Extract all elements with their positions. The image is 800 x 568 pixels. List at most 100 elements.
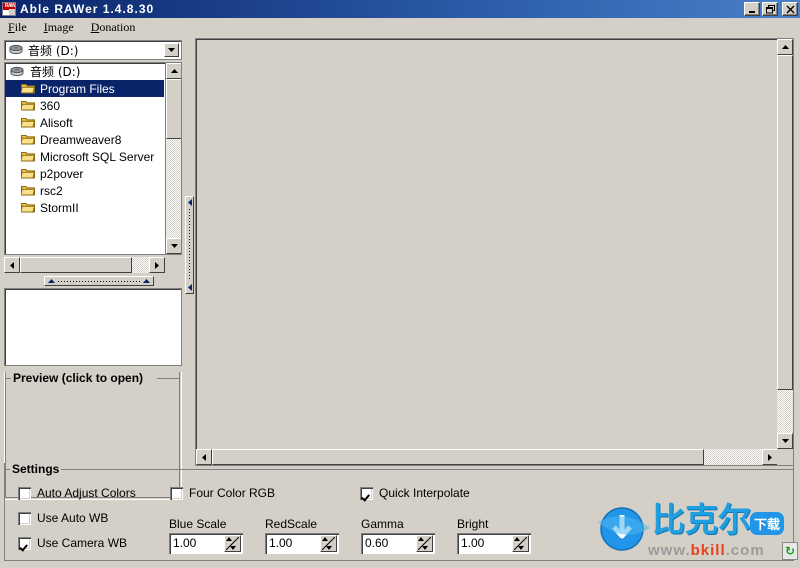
red-scale-value: 1.00 — [269, 536, 293, 550]
tree-item-dreamweaver8[interactable]: Dreamweaver8 — [5, 131, 164, 148]
tree-item-program-files[interactable]: Program Files — [5, 80, 164, 97]
checkbox-label: Use Camera WB — [37, 536, 128, 550]
tree-item-label: StormII — [40, 200, 79, 215]
tree-item-label: Program Files — [40, 81, 115, 96]
field-label: RedScale — [265, 517, 318, 531]
tree-item-label: 360 — [40, 98, 61, 113]
tree-item-rsc2[interactable]: rsc2 — [5, 182, 164, 199]
field-red-scale: RedScale 1.00 — [265, 517, 339, 554]
folder-icon — [21, 151, 35, 162]
scroll-down-icon[interactable] — [777, 433, 793, 449]
blue-scale-value: 1.00 — [173, 536, 197, 550]
scroll-left-icon[interactable] — [4, 257, 20, 273]
folder-tree-items: 音频 (D:) Program Files 360 Alisoft Dreamw… — [5, 63, 164, 254]
blue-scale-spinner[interactable]: 1.00 — [169, 533, 243, 554]
window-controls — [744, 2, 798, 16]
spinner-arrows-icon[interactable] — [320, 535, 337, 552]
bright-spinner[interactable]: 1.00 — [457, 533, 531, 554]
spinner-arrows-icon[interactable] — [512, 535, 529, 552]
gamma-value: 0.60 — [365, 536, 389, 550]
field-label: Bright — [457, 517, 489, 531]
checkbox-label: Auto Adjust Colors — [37, 486, 136, 500]
folder-icon — [21, 168, 35, 179]
menu-bar: File Image Donation — [0, 18, 800, 37]
tree-horizontal-scrollbar[interactable] — [4, 257, 165, 274]
spinner-arrows-icon[interactable] — [224, 535, 241, 552]
tree-item-microsoft-sql-server[interactable]: Microsoft SQL Server — [5, 148, 164, 165]
scroll-up-icon[interactable] — [166, 63, 181, 79]
field-blue-scale: Blue Scale 1.00 — [169, 517, 243, 554]
tree-item-label: rsc2 — [40, 183, 63, 198]
bright-value: 1.00 — [461, 536, 485, 550]
drive-combobox-value: 音频 (D:) — [28, 43, 79, 58]
tree-root-row[interactable]: 音频 (D:) — [5, 63, 164, 80]
preview-group-label: Preview (click to open) — [11, 371, 146, 385]
tree-item-p2pover[interactable]: p2pover — [5, 165, 164, 182]
application-window: RAW Able RAWer 1.4.8.30 File Image Donat… — [0, 0, 800, 568]
close-button[interactable] — [782, 2, 798, 16]
settings-group-label: Settings — [10, 462, 62, 476]
tree-item-stormii[interactable]: StormII — [5, 199, 164, 216]
tree-hscroll-track[interactable] — [132, 257, 149, 273]
menu-image[interactable]: Image — [44, 19, 83, 36]
scroll-right-icon[interactable] — [149, 257, 165, 273]
field-label: Gamma — [361, 517, 404, 531]
checkbox-box[interactable] — [18, 536, 31, 550]
checkbox-box[interactable] — [170, 486, 183, 500]
tree-item-alisoft[interactable]: Alisoft — [5, 114, 164, 131]
checkbox-label: Use Auto WB — [37, 511, 109, 525]
left-panel: 音频 (D:) 音频 (D:) Program Files 360 Alisof… — [4, 40, 184, 500]
checkbox-label: Quick Interpolate — [379, 486, 470, 500]
tree-scroll-thumb[interactable] — [166, 79, 181, 139]
scroll-down-icon[interactable] — [166, 238, 181, 254]
red-scale-spinner[interactable]: 1.00 — [265, 533, 339, 554]
tree-hscroll-thumb[interactable] — [20, 257, 132, 273]
tree-filelist-splitter[interactable] — [44, 276, 154, 286]
checkbox-box[interactable] — [360, 486, 373, 500]
tree-root-label: 音频 (D:) — [30, 65, 81, 79]
image-vertical-scrollbar[interactable] — [777, 39, 793, 449]
minimize-button[interactable] — [744, 2, 760, 16]
checkbox-use-camera-wb[interactable]: Use Camera WB — [18, 536, 127, 550]
field-bright: Bright 1.00 — [457, 517, 531, 554]
folder-icon — [21, 100, 35, 111]
image-vscroll-track[interactable] — [777, 390, 793, 433]
folder-icon — [21, 83, 35, 94]
panel-splitter[interactable] — [185, 196, 194, 294]
tree-item-label: Dreamweaver8 — [40, 132, 122, 147]
raw-file-icon: RAW — [2, 2, 16, 16]
drive-combobox[interactable]: 音频 (D:) — [4, 40, 182, 60]
scroll-up-icon[interactable] — [777, 39, 793, 55]
image-vscroll-thumb[interactable] — [777, 55, 793, 390]
title-bar: RAW Able RAWer 1.4.8.30 — [0, 0, 800, 18]
image-view-panel[interactable] — [195, 38, 794, 466]
folder-tree[interactable]: 音频 (D:) Program Files 360 Alisoft Dreamw… — [4, 62, 182, 255]
tree-scroll-track[interactable] — [166, 139, 181, 238]
file-list[interactable] — [4, 288, 182, 366]
checkbox-four-color-rgb[interactable]: Four Color RGB — [170, 486, 275, 500]
drive-icon — [8, 44, 24, 56]
drive-icon — [9, 66, 25, 78]
checkbox-auto-adjust-colors[interactable]: Auto Adjust Colors — [18, 486, 136, 500]
spinner-arrows-icon[interactable] — [416, 535, 433, 552]
menu-donation[interactable]: Donation — [91, 19, 145, 36]
menu-file[interactable]: File — [8, 19, 36, 36]
tree-item-label: Alisoft — [40, 115, 73, 130]
tree-item-label: p2pover — [40, 166, 84, 181]
tree-item-label: Microsoft SQL Server — [40, 149, 155, 164]
chevron-down-icon[interactable] — [164, 43, 179, 57]
image-canvas[interactable] — [197, 40, 776, 448]
folder-icon — [21, 117, 35, 128]
gamma-spinner[interactable]: 0.60 — [361, 533, 435, 554]
checkbox-label: Four Color RGB — [189, 486, 276, 500]
tree-item-360[interactable]: 360 — [5, 97, 164, 114]
window-title: Able RAWer 1.4.8.30 — [20, 2, 155, 16]
checkbox-quick-interpolate[interactable]: Quick Interpolate — [360, 486, 470, 500]
field-gamma: Gamma 0.60 — [361, 517, 435, 554]
checkbox-box[interactable] — [18, 511, 31, 525]
maximize-button[interactable] — [762, 2, 778, 16]
checkbox-box[interactable] — [18, 486, 31, 500]
tree-vertical-scrollbar[interactable] — [165, 63, 181, 254]
checkbox-use-auto-wb[interactable]: Use Auto WB — [18, 511, 108, 525]
folder-icon — [21, 202, 35, 213]
